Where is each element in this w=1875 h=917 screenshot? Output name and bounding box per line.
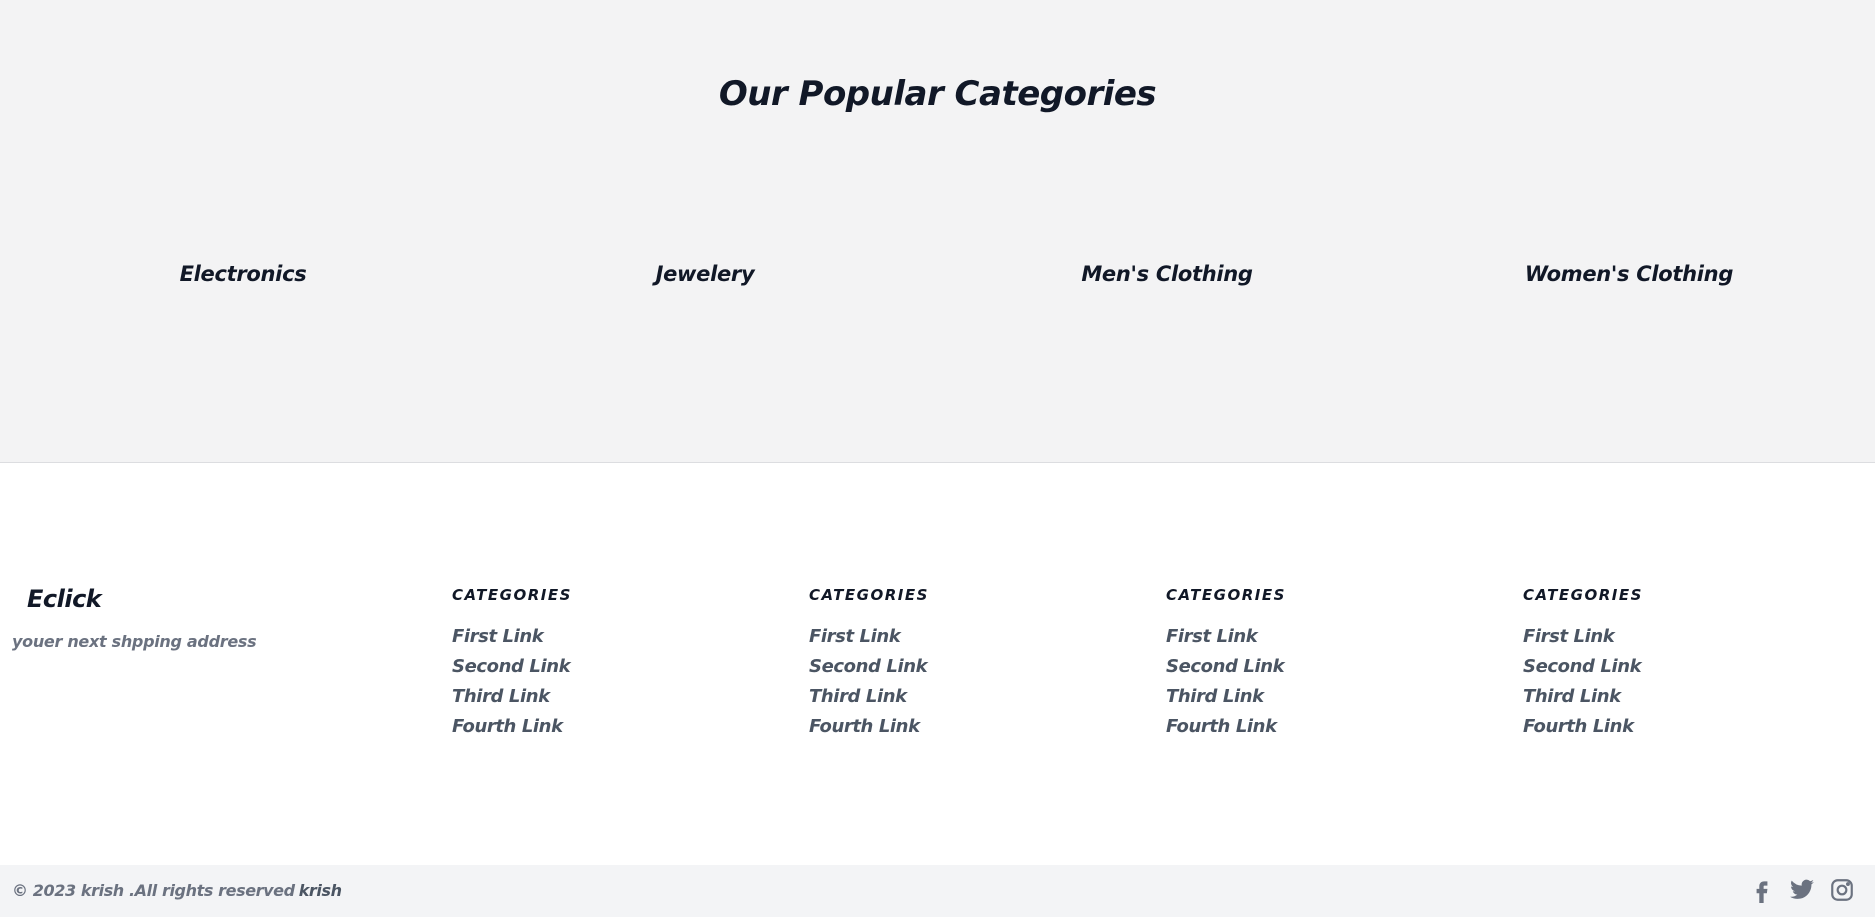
footer-link-fourth[interactable]: Fourth Link (1166, 712, 1466, 742)
copyright-text: © 2023 krish .All rights reserved krish (12, 881, 342, 900)
footer-link-fourth[interactable]: Fourth Link (1523, 712, 1823, 742)
category-jewelery[interactable]: Jewelery (471, 262, 939, 286)
footer-link-third[interactable]: Third Link (809, 682, 1109, 712)
footer-link-list: First Link Second Link Third Link Fourth… (1166, 622, 1466, 742)
footer-link-list: First Link Second Link Third Link Fourth… (452, 622, 752, 742)
copyright-label: © 2023 krish .All rights reserved (12, 881, 295, 900)
footer-column-title: CATEGORIES (809, 586, 929, 604)
footer-link-second[interactable]: Second Link (1523, 652, 1823, 682)
footer-link-list: First Link Second Link Third Link Fourth… (1523, 622, 1823, 742)
footer-column: CATEGORIES First Link Second Link Third … (452, 586, 752, 742)
facebook-icon[interactable] (1749, 877, 1775, 903)
twitter-icon[interactable] (1789, 877, 1815, 903)
footer-column-title: CATEGORIES (1523, 586, 1643, 604)
footer-link-first[interactable]: First Link (1166, 622, 1466, 652)
footer-column: CATEGORIES First Link Second Link Third … (1166, 586, 1466, 742)
popular-categories-section: Our Popular Categories Electronics Jewel… (0, 0, 1875, 463)
category-womens-clothing[interactable]: Women's Clothing (1395, 262, 1863, 286)
footer-link-third[interactable]: Third Link (1523, 682, 1823, 712)
footer-link-second[interactable]: Second Link (809, 652, 1109, 682)
footer-column: CATEGORIES First Link Second Link Third … (1523, 586, 1823, 742)
footer-column-title: CATEGORIES (452, 586, 572, 604)
category-electronics[interactable]: Electronics (9, 262, 477, 286)
footer-link-list: First Link Second Link Third Link Fourth… (809, 622, 1109, 742)
footer: Eclick youer next shpping address CATEGO… (0, 464, 1875, 865)
footer-tagline: youer next shpping address (12, 632, 257, 651)
footer-link-first[interactable]: First Link (1523, 622, 1823, 652)
footer-link-third[interactable]: Third Link (452, 682, 752, 712)
footer-link-first[interactable]: First Link (452, 622, 752, 652)
footer-link-first[interactable]: First Link (809, 622, 1109, 652)
footer-link-fourth[interactable]: Fourth Link (452, 712, 752, 742)
footer-column-title: CATEGORIES (1166, 586, 1286, 604)
footer-link-second[interactable]: Second Link (452, 652, 752, 682)
footer-bottom-bar: © 2023 krish .All rights reserved krish (0, 865, 1875, 917)
footer-link-second[interactable]: Second Link (1166, 652, 1466, 682)
social-links (1749, 877, 1855, 903)
footer-link-third[interactable]: Third Link (1166, 682, 1466, 712)
category-mens-clothing[interactable]: Men's Clothing (933, 262, 1401, 286)
instagram-icon[interactable] (1829, 877, 1855, 903)
footer-column: CATEGORIES First Link Second Link Third … (809, 586, 1109, 742)
copyright-owner-link[interactable]: krish (299, 881, 342, 900)
footer-brand-logo[interactable]: Eclick (27, 585, 102, 613)
footer-link-fourth[interactable]: Fourth Link (809, 712, 1109, 742)
popular-categories-title: Our Popular Categories (718, 74, 1157, 114)
